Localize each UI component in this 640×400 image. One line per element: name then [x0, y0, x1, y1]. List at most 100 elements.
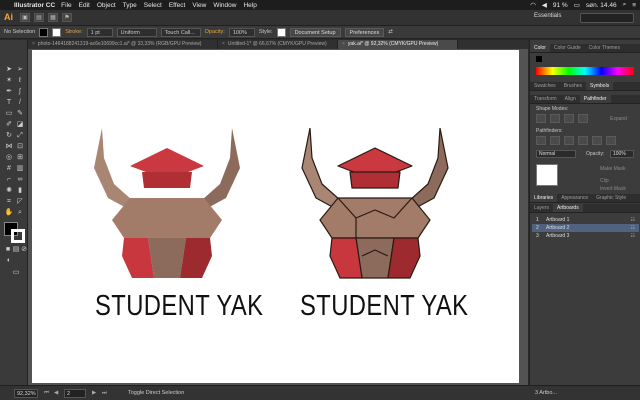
screen-mode-icon[interactable]: ▭: [11, 268, 21, 278]
artboard-row-3[interactable]: 3 Artboard 3 ☷: [532, 232, 639, 240]
stroke-color-box[interactable]: [11, 229, 25, 243]
curvature-tool-icon[interactable]: ∫: [15, 87, 25, 97]
status-text[interactable]: Toggle Direct Selection: [128, 390, 184, 396]
stroke-weight-field[interactable]: 1 pt: [86, 27, 113, 37]
artboard[interactable]: STUDENT YAK STUDENT YAK: [32, 50, 519, 383]
pen-tool-icon[interactable]: ✒: [4, 87, 14, 97]
caption-left[interactable]: STUDENT YAK: [95, 290, 263, 323]
artboard-tool-icon[interactable]: ⌗: [4, 197, 14, 207]
close-tab-icon[interactable]: ×: [222, 41, 225, 47]
symbol-sprayer-tool-icon[interactable]: ✺: [4, 186, 14, 196]
stroke-swatch[interactable]: [52, 27, 62, 37]
shaper-tool-icon[interactable]: ✐: [4, 120, 14, 130]
brush-definition[interactable]: Touch Call...: [160, 27, 201, 37]
stroke-label[interactable]: Stroke:: [65, 29, 82, 35]
artboard-options-icon[interactable]: ☷: [631, 232, 635, 240]
make-mask-button[interactable]: Make Mask: [600, 166, 626, 172]
close-tab-icon[interactable]: ×: [342, 41, 345, 47]
tab-layers[interactable]: Layers: [530, 204, 553, 212]
color-fill-swatch[interactable]: [536, 56, 542, 62]
zoom-tool-icon[interactable]: ⌕: [15, 208, 25, 218]
yak-logo-flat[interactable]: [92, 128, 242, 283]
invert-mask-checkbox[interactable]: Invert Mask: [600, 186, 626, 192]
type-tool-icon[interactable]: T: [4, 98, 14, 108]
tab-document-yak[interactable]: × yak.ai* @ 92,32% (CMYK/GPU Preview): [338, 40, 458, 49]
tab-graphic-styles[interactable]: Graphic Style: [592, 194, 630, 202]
first-artboard-icon[interactable]: ⏮: [44, 390, 49, 397]
artboard-row-1[interactable]: 1 Artboard 1 ☷: [532, 216, 639, 224]
minus-front-button[interactable]: [550, 114, 560, 123]
column-graph-tool-icon[interactable]: ▮: [15, 186, 25, 196]
menu-edit[interactable]: Edit: [79, 2, 90, 9]
tab-transform[interactable]: Transform: [530, 95, 561, 103]
tab-symbols[interactable]: Symbols: [586, 82, 614, 90]
tab-libraries[interactable]: Libraries: [530, 194, 558, 202]
tab-document-photo[interactable]: × photo-1464188241319-ac6e10699cc1.ai* @ …: [28, 40, 218, 49]
menu-type[interactable]: Type: [123, 2, 137, 9]
unite-button[interactable]: [536, 114, 546, 123]
selection-tool-icon[interactable]: ➤: [4, 65, 14, 75]
artboard-options-icon[interactable]: ☷: [631, 224, 635, 232]
line-tool-icon[interactable]: /: [15, 98, 25, 108]
menu-effect[interactable]: Effect: [169, 2, 186, 9]
wifi-icon[interactable]: ◠: [530, 1, 536, 9]
merge-button[interactable]: [564, 136, 574, 145]
menu-window[interactable]: Window: [213, 2, 236, 9]
direct-selection-tool-icon[interactable]: ➢: [15, 65, 25, 75]
artboard-options-icon[interactable]: ☷: [631, 216, 635, 224]
minus-back-button[interactable]: [606, 136, 616, 145]
color-spectrum-bar[interactable]: [536, 67, 634, 75]
artboard-number-field[interactable]: 2: [64, 389, 86, 398]
crop-button[interactable]: [578, 136, 588, 145]
tab-artboards[interactable]: Artboards: [553, 204, 583, 212]
caption-right[interactable]: STUDENT YAK: [300, 290, 468, 323]
next-artboard-icon[interactable]: ▶: [92, 390, 96, 396]
canvas-area[interactable]: STUDENT YAK STUDENT YAK: [28, 49, 528, 385]
hand-tool-icon[interactable]: ✋: [4, 208, 14, 218]
free-transform-tool-icon[interactable]: ⊡: [15, 142, 25, 152]
yak-logo-outlined[interactable]: [300, 128, 450, 283]
expand-button[interactable]: Expand: [610, 116, 627, 122]
outline-button[interactable]: [592, 136, 602, 145]
lasso-tool-icon[interactable]: ℓ: [15, 76, 25, 86]
clip-checkbox[interactable]: Clip: [600, 178, 609, 184]
app-menu[interactable]: Illustrator CC: [14, 2, 55, 9]
bridge-icon[interactable]: ▣: [20, 13, 30, 22]
eraser-tool-icon[interactable]: ◪: [15, 120, 25, 130]
battery-level[interactable]: 91 %: [553, 2, 568, 9]
rectangle-tool-icon[interactable]: ▭: [4, 109, 14, 119]
exclude-button[interactable]: [578, 114, 588, 123]
blend-mode-select[interactable]: Normal: [536, 150, 576, 158]
width-tool-icon[interactable]: ⋈: [4, 142, 14, 152]
search-stock-input[interactable]: [580, 13, 634, 23]
graphic-style-swatch[interactable]: [276, 27, 286, 37]
arrange-documents-icon[interactable]: ▦: [48, 13, 58, 22]
artboard-row-2[interactable]: 2 Artboard 2 ☷: [532, 224, 639, 232]
tab-appearance[interactable]: Appearance: [557, 194, 592, 202]
tab-align[interactable]: Align: [561, 95, 580, 103]
previous-artboard-icon[interactable]: ◀: [54, 390, 58, 396]
variable-width-profile[interactable]: Uniform: [116, 27, 157, 37]
menu-help[interactable]: Help: [243, 2, 256, 9]
trim-button[interactable]: [550, 136, 560, 145]
draw-mode-icon[interactable]: ◐: [4, 256, 14, 266]
workspace-switcher[interactable]: Essentials: [534, 13, 561, 19]
gradient-tool-icon[interactable]: ▥: [15, 164, 25, 174]
tab-color-themes[interactable]: Color Themes: [585, 44, 624, 52]
fill-swatch[interactable]: [39, 27, 49, 37]
tab-document-untitled[interactable]: × Untitled-1* @ 66,67% (CMYK/GPU Preview): [218, 40, 338, 49]
tab-brushes[interactable]: Brushes: [560, 82, 586, 90]
divide-button[interactable]: [536, 136, 546, 145]
close-tab-icon[interactable]: ×: [32, 41, 35, 47]
spotlight-icon[interactable]: ⌕: [623, 1, 627, 9]
transparency-thumbnail[interactable]: [536, 164, 558, 186]
menu-file[interactable]: File: [61, 2, 71, 9]
stock-icon[interactable]: ▤: [34, 13, 44, 22]
shape-builder-tool-icon[interactable]: ◎: [4, 153, 14, 163]
paintbrush-tool-icon[interactable]: ✎: [15, 109, 25, 119]
mesh-tool-icon[interactable]: #: [4, 164, 14, 174]
last-artboard-icon[interactable]: ⏭: [102, 390, 107, 397]
eyedropper-tool-icon[interactable]: ⌐: [4, 175, 14, 185]
opacity-field[interactable]: 100%: [228, 27, 255, 37]
magic-wand-tool-icon[interactable]: ✶: [4, 76, 14, 86]
